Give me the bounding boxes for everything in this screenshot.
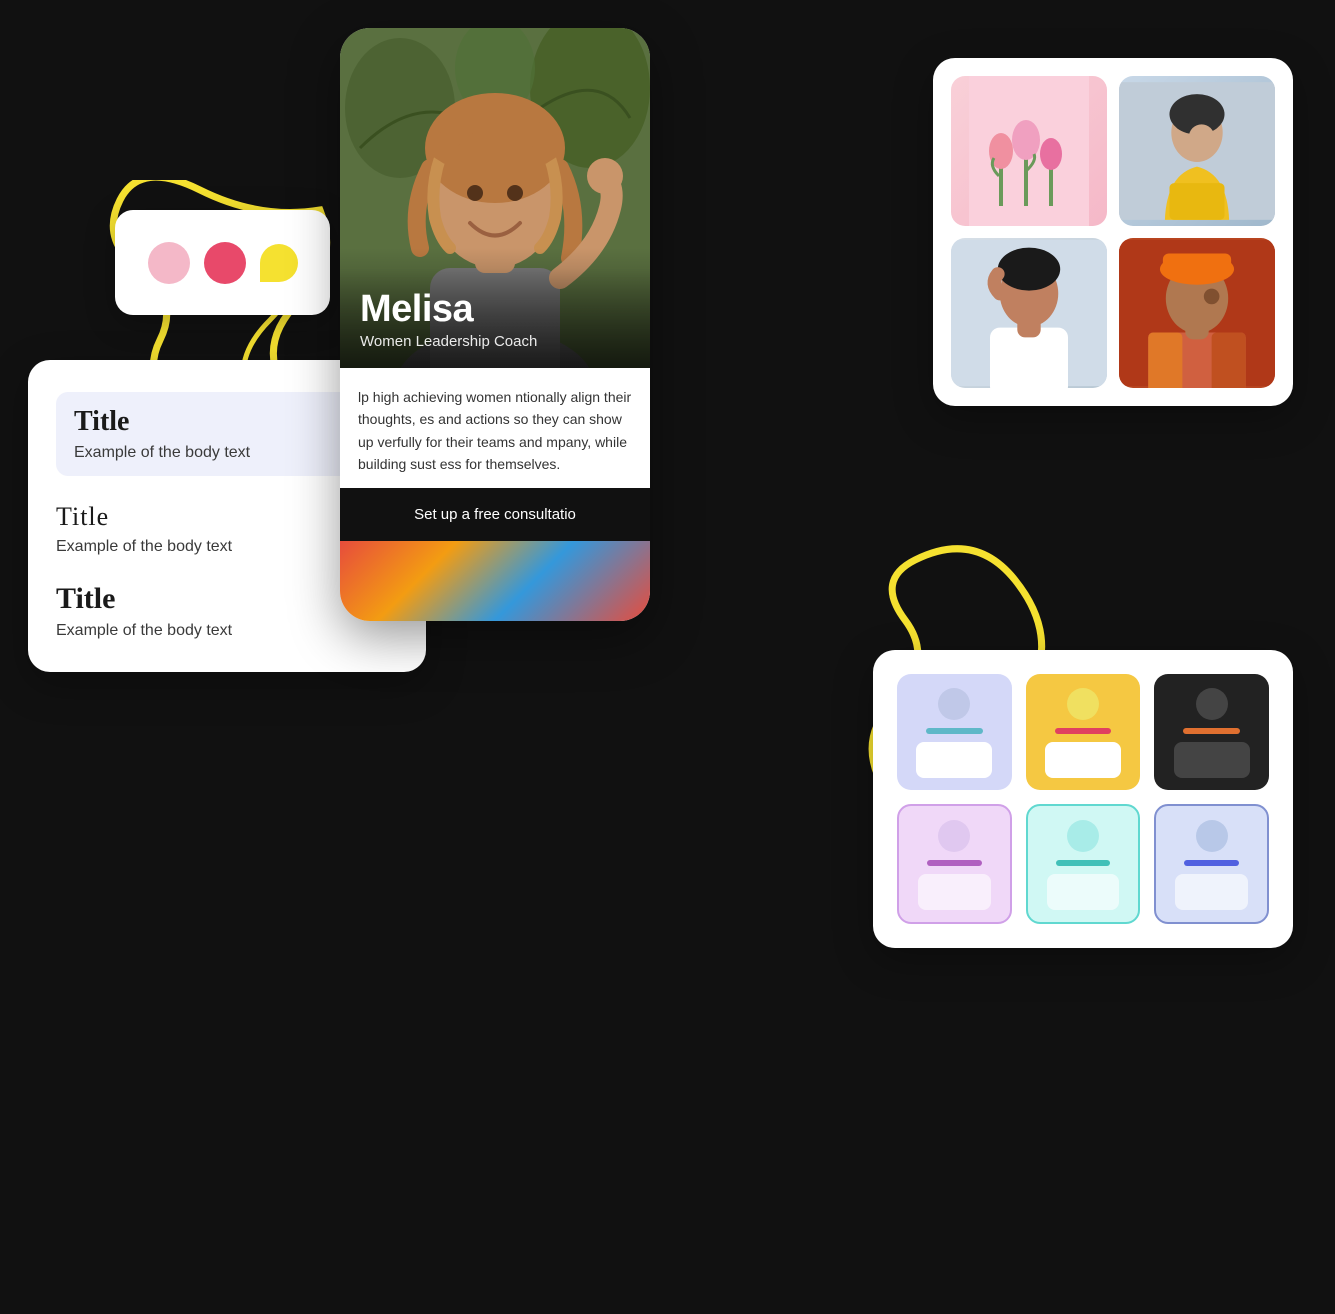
badge-rect-5 — [1047, 874, 1120, 910]
badge-rect-6 — [1175, 874, 1248, 910]
badge-yellow — [1026, 674, 1141, 790]
badge-bar-4 — [927, 860, 981, 866]
photo-grid-card — [933, 58, 1293, 406]
badge-avatar-5 — [1067, 820, 1099, 852]
photo-cell-flowers — [951, 76, 1107, 226]
badge-avatar-4 — [938, 820, 970, 852]
phone-cta-button[interactable]: Set up a free consultatio — [340, 488, 650, 541]
badge-outline-purple — [897, 804, 1012, 924]
badge-purple — [897, 674, 1012, 790]
orange-hat-image — [1119, 238, 1275, 388]
dark-pink-dot — [204, 242, 246, 284]
photo-cell-yellow-jacket — [1119, 76, 1275, 226]
badge-outline-teal — [1026, 804, 1141, 924]
phone-bottom-image — [340, 541, 650, 621]
badge-rect-1 — [916, 742, 992, 778]
badge-rect-4 — [918, 874, 991, 910]
badge-bar-5 — [1056, 860, 1110, 866]
badge-grid-card — [873, 650, 1293, 948]
typo-title-1: Title — [74, 406, 380, 438]
light-pink-dot — [148, 242, 190, 284]
phone-hero-image: Melisa Women Leadership Coach — [340, 28, 650, 368]
badge-avatar-3 — [1196, 688, 1228, 720]
typo-body-1: Example of the body text — [74, 444, 380, 462]
yellow-jacket-image — [1119, 76, 1275, 226]
photo-cell-orange-hat — [1119, 238, 1275, 388]
color-dots-card — [115, 210, 330, 315]
phone-person-subtitle: Women Leadership Coach — [360, 333, 630, 350]
yellow-dot — [260, 244, 298, 282]
phone-person-name: Melisa — [360, 288, 630, 331]
phone-profile-card: Melisa Women Leadership Coach lp high ac… — [340, 28, 650, 621]
badge-rect-3 — [1174, 742, 1250, 778]
badge-avatar-1 — [938, 688, 970, 720]
badge-bar-6 — [1184, 860, 1238, 866]
badge-dark — [1154, 674, 1269, 790]
badge-bar-3 — [1183, 728, 1240, 734]
badge-bar-2 — [1055, 728, 1112, 734]
phone-hero-overlay: Melisa Women Leadership Coach — [340, 268, 650, 368]
badge-avatar-6 — [1196, 820, 1228, 852]
badge-bar-1 — [926, 728, 983, 734]
photo-cell-woman-white — [951, 238, 1107, 388]
phone-body-text: lp high achieving women ntionally align … — [340, 368, 650, 488]
badge-avatar-2 — [1067, 688, 1099, 720]
typo-body-3: Example of the body text — [56, 622, 398, 640]
woman-white-image — [951, 238, 1107, 388]
flowers-image — [969, 76, 1089, 226]
badge-outline-blue — [1154, 804, 1269, 924]
badge-rect-2 — [1045, 742, 1121, 778]
